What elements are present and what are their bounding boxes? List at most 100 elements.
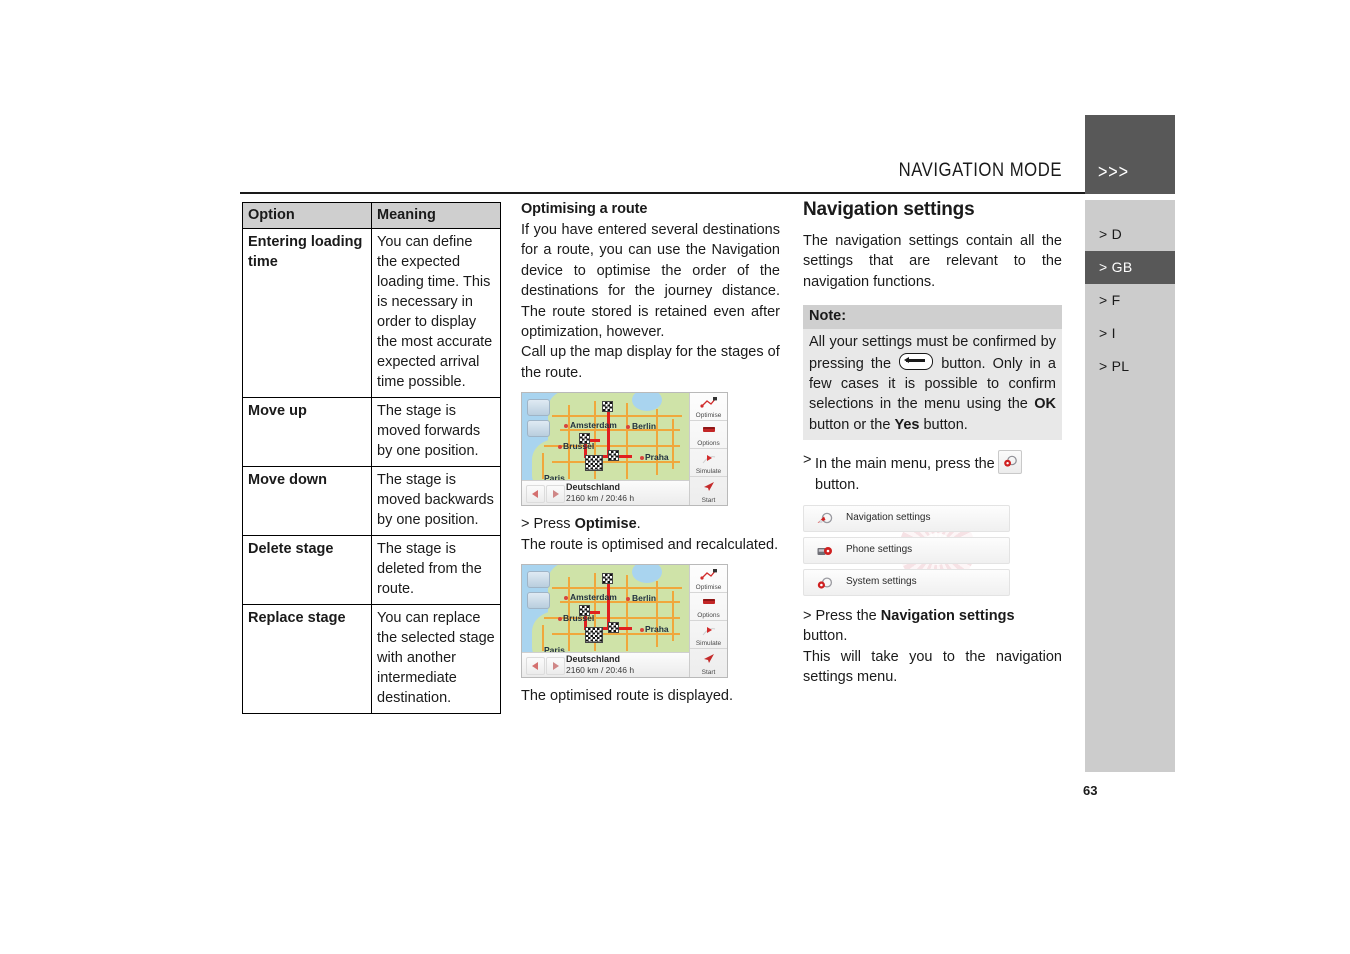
city-label-amsterdam: Amsterdam <box>570 420 617 431</box>
previous-stage-button[interactable] <box>526 485 545 504</box>
optimise-icon <box>699 569 717 580</box>
step-result-text: The route is optimised and recalculated. <box>521 536 779 553</box>
header-divider <box>240 192 1085 194</box>
table-cell-option: Delete stage <box>242 535 372 605</box>
sidebar-item-i[interactable]: > I <box>1085 317 1175 350</box>
table-row: Move up The stage is moved forwards by o… <box>242 397 501 467</box>
optimise-button[interactable]: Optimise <box>690 565 727 594</box>
settings-menu-item-phone[interactable]: Phone settings <box>803 537 1010 565</box>
options-icon <box>702 427 715 433</box>
settings-menu-label: Navigation settings <box>846 512 931 524</box>
final-step-prefix: > Press the <box>803 608 881 625</box>
table-header-option: Option <box>242 202 372 229</box>
sidebar-item-pl[interactable]: > PL <box>1085 350 1175 383</box>
map-side-buttons: Optimise Options Simulate Start <box>689 565 727 678</box>
step-main-menu-text2: button. <box>815 476 860 493</box>
step-main-menu-body: In the main menu, press the button. <box>815 450 1062 495</box>
section-heading: Navigation settings <box>803 199 975 220</box>
manual-page: NAVIGATION MODE >>> > D > GB > F > I > P… <box>0 0 1350 954</box>
navigation-screenshot-after: Amsterdam Berlin Brussel Praha Paris Opt… <box>521 564 728 679</box>
city-label-berlin: Berlin <box>632 593 657 604</box>
step-suffix: . <box>636 516 641 533</box>
table-row: Move down The stage is moved backwards b… <box>242 466 501 536</box>
optimise-button[interactable]: Optimise <box>690 393 727 422</box>
sidebar-item-d[interactable]: > D <box>1085 218 1175 251</box>
zoom-in-button[interactable] <box>527 399 550 417</box>
table-cell-option: Move up <box>242 397 372 467</box>
settings-menu-item-navigation[interactable]: Navigation settings <box>803 505 1010 533</box>
navigation-settings-icon <box>817 512 833 524</box>
distance-label: 2160 km / 20:46 h <box>566 665 635 676</box>
previous-stage-button[interactable] <box>526 657 545 676</box>
sidebar-chevron-tab: >>> <box>1085 115 1175 194</box>
next-stage-button[interactable] <box>546 485 565 504</box>
map-area: Amsterdam Berlin Brussel Praha Paris <box>522 393 690 483</box>
table-cell-meaning: You can define the expected loading time… <box>371 228 501 398</box>
caption-optimised-route: The optimised route is displayed. <box>521 688 733 705</box>
waypoint-flag-icon <box>602 401 613 413</box>
note-bold-ok: OK <box>1034 396 1056 413</box>
paragraph-call-up-map: Call up the map display for the stages o… <box>521 344 780 381</box>
destination-label: Deutschland <box>566 654 621 665</box>
zoom-out-button[interactable] <box>527 592 550 610</box>
final-step-bold: Navigation settings <box>880 608 1015 625</box>
zoom-in-button[interactable] <box>527 571 550 589</box>
optimise-icon <box>699 397 717 408</box>
table-header-meaning: Meaning <box>371 202 501 229</box>
options-table: Option Meaning Entering loading time You… <box>242 202 501 714</box>
optimise-label: Optimise <box>695 584 722 592</box>
city-label-berlin: Berlin <box>632 421 657 432</box>
waypoint-flag-icon <box>608 622 619 634</box>
waypoint-flag-icon <box>579 605 590 617</box>
simulate-button[interactable]: Simulate <box>690 449 727 478</box>
settings-glyph-icon <box>1003 455 1017 467</box>
page-number: 63 <box>1083 783 1098 798</box>
simulate-button[interactable]: Simulate <box>690 621 727 650</box>
table-cell-option: Entering loading time <box>242 228 372 398</box>
step-press-optimise: > Press Optimise. <box>521 514 780 534</box>
waypoint-flag-icon <box>579 433 590 445</box>
sidebar-item-f[interactable]: > F <box>1085 284 1175 317</box>
start-arrow-icon <box>703 654 714 664</box>
simulate-label: Simulate <box>695 640 722 648</box>
waypoint-flag-icon <box>608 450 619 462</box>
next-stage-button[interactable] <box>546 657 565 676</box>
table-cell-meaning: The stage is moved backwards by one posi… <box>371 466 501 536</box>
step-main-menu-text1: In the main menu, press the <box>815 456 995 473</box>
map-status-bar: Deutschland 2160 km / 20:46 h <box>522 480 689 506</box>
start-button[interactable]: Start <box>690 477 727 505</box>
city-label-praha: Praha <box>645 624 669 635</box>
map-status-bar: Deutschland 2160 km / 20:46 h <box>522 652 689 678</box>
table-row: Entering loading time You can define the… <box>242 228 501 398</box>
step-main-menu: > In the main menu, press the button. <box>803 450 1062 495</box>
map-side-buttons: Optimise Options Simulate Start <box>689 393 727 506</box>
step-marker: > <box>803 452 812 469</box>
table-cell-option: Replace stage <box>242 604 372 714</box>
table-cell-meaning: The stage is deleted from the route. <box>371 535 501 605</box>
simulate-icon <box>702 627 715 636</box>
options-button[interactable]: Options <box>690 593 727 622</box>
chevron-right-icon: >>> <box>1098 162 1129 183</box>
destination-label: Deutschland <box>566 482 621 493</box>
settings-menu-item-system[interactable]: System settings <box>803 569 1010 597</box>
start-button[interactable]: Start <box>690 649 727 677</box>
note-text-part4: button. <box>919 416 968 433</box>
final-step-result: This will take you to the navigation set… <box>803 648 1062 686</box>
options-icon <box>702 599 715 605</box>
step-bold-optimise: Optimise <box>574 516 637 533</box>
note-text-part3: button or the <box>809 416 895 433</box>
system-settings-icon <box>817 577 833 589</box>
options-button[interactable]: Options <box>690 421 727 450</box>
table-cell-meaning: You can replace the selected stage with … <box>371 604 501 714</box>
distance-label: 2160 km / 20:46 h <box>566 493 635 504</box>
table-cell-option: Move down <box>242 466 372 536</box>
settings-menu-label: System settings <box>846 576 917 588</box>
optimise-label: Optimise <box>695 412 722 420</box>
final-step-suffix: button. <box>803 628 848 645</box>
start-arrow-icon <box>703 482 714 492</box>
navigation-settings-section: Navigation settings The navigation setti… <box>803 198 1062 688</box>
city-label-praha: Praha <box>645 452 669 463</box>
sidebar-item-gb[interactable]: > GB <box>1085 251 1175 284</box>
waypoint-flag-icon <box>602 573 613 585</box>
zoom-out-button[interactable] <box>527 420 550 438</box>
